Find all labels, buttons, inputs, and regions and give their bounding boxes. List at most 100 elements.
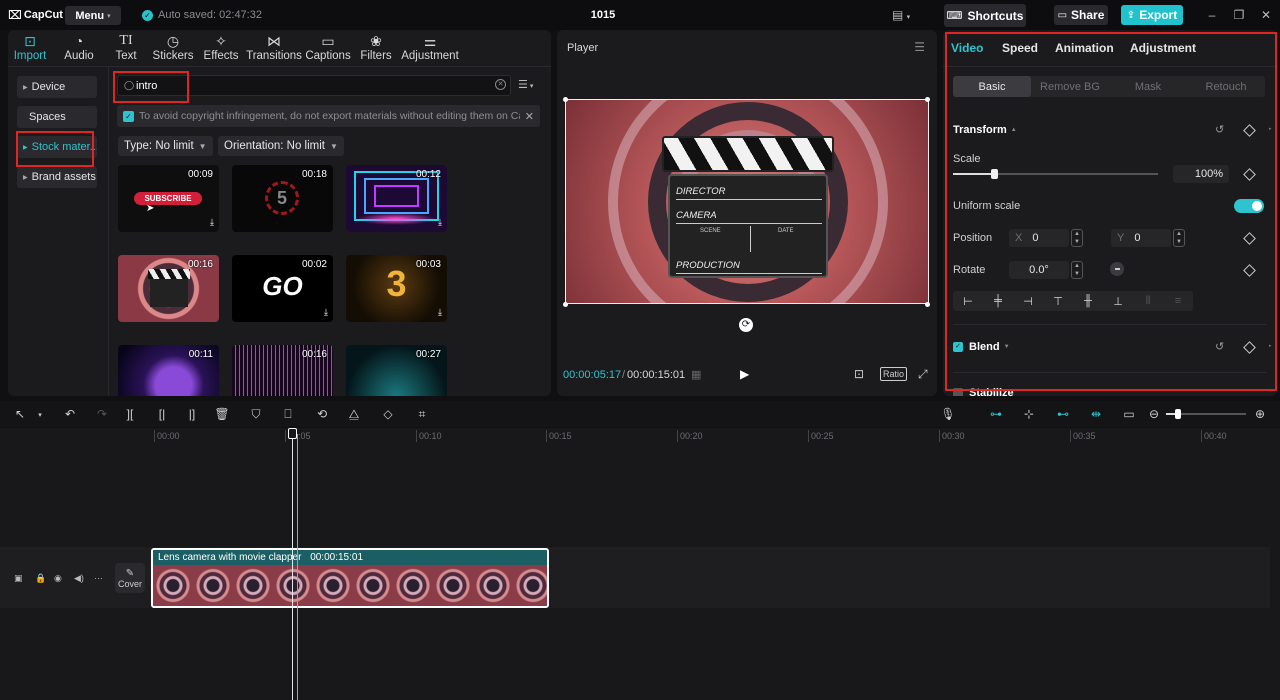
blend-section-header[interactable]: Blend ▼ bbox=[969, 341, 1010, 353]
resize-handle[interactable] bbox=[563, 302, 568, 307]
rotate-handle-icon[interactable]: ⟳ bbox=[739, 318, 753, 332]
microphone-icon[interactable]: 🎙 bbox=[940, 407, 956, 421]
timecode-grid-icon[interactable]: ▦ bbox=[691, 368, 701, 381]
rotate-icon[interactable]: ◇ bbox=[380, 407, 396, 421]
keyframe-icon[interactable] bbox=[1243, 341, 1256, 354]
stock-item-countdown-3[interactable]: 3 00:03 ⤓ bbox=[346, 255, 447, 322]
keyframe-icon[interactable] bbox=[1243, 232, 1256, 245]
linkage-icon[interactable]: ⊷ bbox=[1055, 407, 1071, 421]
fullscreen-icon[interactable]: ⤢ bbox=[918, 367, 928, 382]
position-y-stepper[interactable]: ▲ ▼ bbox=[1173, 229, 1185, 247]
eye-icon[interactable]: ◉ bbox=[54, 573, 62, 584]
tab-audio[interactable]: ◔ Audio bbox=[63, 32, 95, 66]
tab-stickers[interactable]: ◷ Stickers bbox=[153, 32, 194, 66]
menu-button[interactable]: Menu ▾ bbox=[65, 6, 121, 25]
share-button[interactable]: ▭ Share bbox=[1054, 5, 1108, 25]
transform-section-header[interactable]: Transform ▲ bbox=[953, 124, 1017, 136]
stock-item-teal-track[interactable]: 00:27 bbox=[346, 345, 447, 396]
reset-icon[interactable]: ↺ bbox=[1215, 123, 1224, 136]
uniform-scale-toggle[interactable] bbox=[1234, 199, 1264, 213]
redo-icon[interactable]: ↷ bbox=[94, 407, 110, 421]
lock-icon[interactable]: 🔒 bbox=[35, 573, 46, 584]
tab-filters[interactable]: ❀ Filters bbox=[360, 32, 392, 66]
resize-handle[interactable] bbox=[925, 97, 930, 102]
close-notice-icon[interactable]: ✕ bbox=[525, 110, 534, 123]
align-left-icon[interactable]: ⊢ bbox=[953, 295, 983, 308]
playhead-handle[interactable] bbox=[288, 428, 297, 439]
filter-sort-icon[interactable]: ☰ ▾ bbox=[518, 78, 533, 91]
blend-checkbox[interactable]: ✓ bbox=[953, 342, 963, 352]
focus-frame-icon[interactable]: ⊡ bbox=[854, 367, 864, 381]
download-icon[interactable]: ⤓ bbox=[438, 217, 442, 228]
zoom-out-icon[interactable]: ⊖ bbox=[1146, 407, 1162, 421]
stock-item-pink-lines[interactable]: 00:16 bbox=[232, 345, 333, 396]
video-clip[interactable]: Lens camera with movie clapper 00:00:15:… bbox=[151, 548, 549, 608]
subtab-basic[interactable]: Basic bbox=[953, 76, 1031, 97]
zoom-in-icon[interactable]: ⊕ bbox=[1252, 407, 1268, 421]
download-icon[interactable]: ⤓ bbox=[210, 217, 214, 228]
download-icon[interactable]: ⤓ bbox=[324, 307, 328, 318]
marker-icon[interactable]: ⛉ bbox=[248, 407, 264, 422]
select-pointer-icon[interactable]: ↖ bbox=[12, 407, 28, 421]
checkbox-checked-icon[interactable]: ✓ bbox=[123, 110, 134, 122]
tab-adjustment[interactable]: ⚌ Adjustment bbox=[401, 32, 459, 66]
resize-handle[interactable] bbox=[563, 97, 568, 102]
rotate-field[interactable]: 0.0° bbox=[1009, 261, 1069, 279]
search-box[interactable]: ◯ ✕ bbox=[117, 75, 511, 96]
keyframe-icon[interactable] bbox=[1243, 168, 1256, 181]
position-y-field[interactable]: Y 0 bbox=[1111, 229, 1171, 247]
sidebar-item-spaces[interactable]: Spaces bbox=[17, 106, 97, 128]
download-icon[interactable]: ⤓ bbox=[438, 307, 442, 318]
stock-item-purple-planet[interactable]: 00:11 bbox=[118, 345, 219, 396]
reset-icon[interactable]: ↺ bbox=[1215, 340, 1224, 353]
stabilize-checkbox[interactable] bbox=[953, 388, 963, 396]
orientation-filter-dropdown[interactable]: Orientation: No limit ▼ bbox=[218, 136, 344, 156]
align-right-icon[interactable]: ⊣ bbox=[1013, 295, 1043, 308]
playhead-line[interactable] bbox=[292, 434, 293, 700]
split-icon[interactable]: ][ bbox=[122, 407, 138, 421]
minimize-icon[interactable]: – bbox=[1204, 8, 1220, 22]
sidebar-item-stock-materials[interactable]: ▶ Stock mater... bbox=[17, 136, 97, 158]
distribute-h-icon[interactable]: ⫴ bbox=[1133, 295, 1163, 308]
subtab-retouch[interactable]: Retouch bbox=[1187, 76, 1265, 97]
restore-icon[interactable]: ❐ bbox=[1231, 8, 1247, 22]
align-center-h-icon[interactable]: ╪ bbox=[983, 295, 1013, 307]
layout-icon[interactable]: ▤ ▾ bbox=[892, 8, 920, 22]
zoom-slider-thumb[interactable] bbox=[1175, 409, 1181, 419]
reverse-icon[interactable]: ⟲ bbox=[314, 407, 330, 421]
project-title[interactable]: 1015 bbox=[580, 9, 626, 21]
stock-item-subscribe[interactable]: SUBSCRIBE ➤ 00:09 ⤓ bbox=[118, 165, 219, 232]
preview-axis-icon[interactable]: ⇹ bbox=[1088, 407, 1104, 421]
shortcuts-button[interactable]: ⌨ Shortcuts bbox=[944, 4, 1026, 27]
keyframe-icon[interactable] bbox=[1243, 124, 1256, 137]
hamburger-menu-icon[interactable]: ☰ bbox=[914, 40, 925, 54]
speaker-icon[interactable]: ◀) bbox=[74, 573, 84, 584]
rotate-dial[interactable] bbox=[1110, 262, 1124, 276]
align-bottom-icon[interactable]: ⊥ bbox=[1103, 295, 1133, 308]
distribute-v-icon[interactable]: ≡ bbox=[1163, 295, 1193, 307]
split-right-icon[interactable]: |] bbox=[184, 407, 200, 421]
tab-effects[interactable]: ✧ Effects bbox=[204, 32, 239, 66]
more-icon[interactable]: ··· bbox=[94, 573, 103, 583]
main-track-magnet-icon[interactable]: ⊶ bbox=[988, 407, 1004, 421]
tab-import[interactable]: ⊡ Import bbox=[14, 32, 47, 66]
stabilize-section-header[interactable]: Stabilize bbox=[969, 387, 1014, 396]
subtab-remove-bg[interactable]: Remove BG bbox=[1031, 76, 1109, 97]
tab-transitions[interactable]: ⋈ Transitions bbox=[246, 32, 302, 66]
auto-snap-icon[interactable]: ⊹ bbox=[1021, 407, 1037, 421]
stock-item-countdown-5[interactable]: 5 00:18 bbox=[232, 165, 333, 232]
stock-item-go[interactable]: GO 00:02 ⤓ bbox=[232, 255, 333, 322]
crop-icon[interactable]: ⌗ bbox=[414, 407, 430, 422]
resize-handle[interactable] bbox=[925, 302, 930, 307]
scale-slider-thumb[interactable] bbox=[991, 169, 998, 179]
subtab-mask[interactable]: Mask bbox=[1109, 76, 1187, 97]
close-icon[interactable]: ✕ bbox=[1258, 8, 1274, 22]
tab-animation[interactable]: Animation bbox=[1055, 41, 1114, 55]
tab-speed[interactable]: Speed bbox=[1002, 41, 1038, 55]
clear-search-icon[interactable]: ✕ bbox=[495, 79, 506, 90]
stock-item-neon-tunnel[interactable]: 00:12 ⤓ bbox=[346, 165, 447, 232]
split-left-icon[interactable]: [| bbox=[154, 407, 170, 421]
tab-video[interactable]: Video bbox=[951, 41, 983, 55]
search-input[interactable] bbox=[136, 78, 496, 93]
play-button[interactable]: ▶ bbox=[740, 367, 749, 381]
